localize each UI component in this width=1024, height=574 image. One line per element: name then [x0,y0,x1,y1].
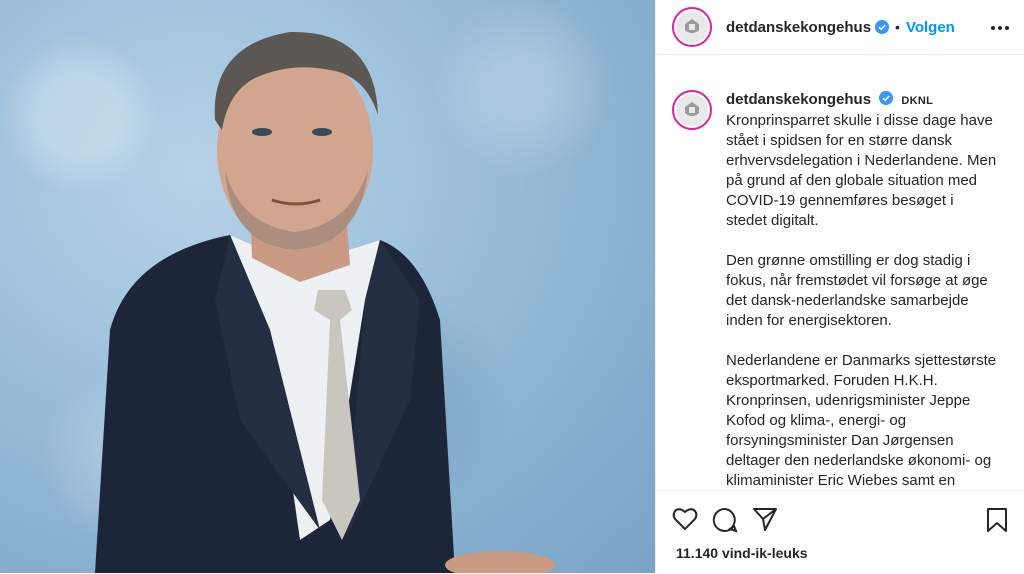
post-sidebar: detdanskekongehus • Volgen detdanskekong… [655,0,1024,574]
caption-paragraph-3: Nederlandene er Danmarks sjettestørste e… [726,352,997,489]
post-caption: detdanskekongehus DKNL Kronprinsparret s… [672,90,1008,511]
separator-dot: • [895,19,900,35]
caption-text: detdanskekongehus DKNL Kronprinsparret s… [726,90,998,511]
bookmark-icon[interactable] [986,507,1008,538]
portrait-illustration [95,31,555,573]
post-header: detdanskekongehus • Volgen [656,0,1024,55]
royal-crest-icon [676,11,708,43]
more-dots-icon[interactable] [990,18,1010,36]
comment-icon[interactable] [712,507,738,538]
like-count[interactable]: 11.140 vind-ik-leuks [676,545,808,561]
profile-avatar[interactable] [672,7,712,47]
caption-paragraph-1: Kronprinsparret skulle i disse dage have… [726,112,997,229]
caption-avatar[interactable] [672,90,712,130]
hashtag-label[interactable]: DKNL [901,95,933,107]
caption-paragraph-2: Den grønne omstilling er dog stadig i fo… [726,252,988,329]
royal-crest-icon [676,94,708,126]
post-actions-bar: 11.140 vind-ik-leuks [656,490,1024,574]
verified-badge-icon [879,91,894,105]
header-username[interactable]: detdanskekongehus [726,19,871,36]
caption-username[interactable]: detdanskekongehus [726,91,871,108]
follow-button[interactable]: Volgen [906,19,955,36]
heart-icon[interactable] [672,507,698,536]
post-photo[interactable] [0,0,655,573]
paper-plane-icon[interactable] [752,507,778,536]
verified-badge-icon [875,20,890,34]
